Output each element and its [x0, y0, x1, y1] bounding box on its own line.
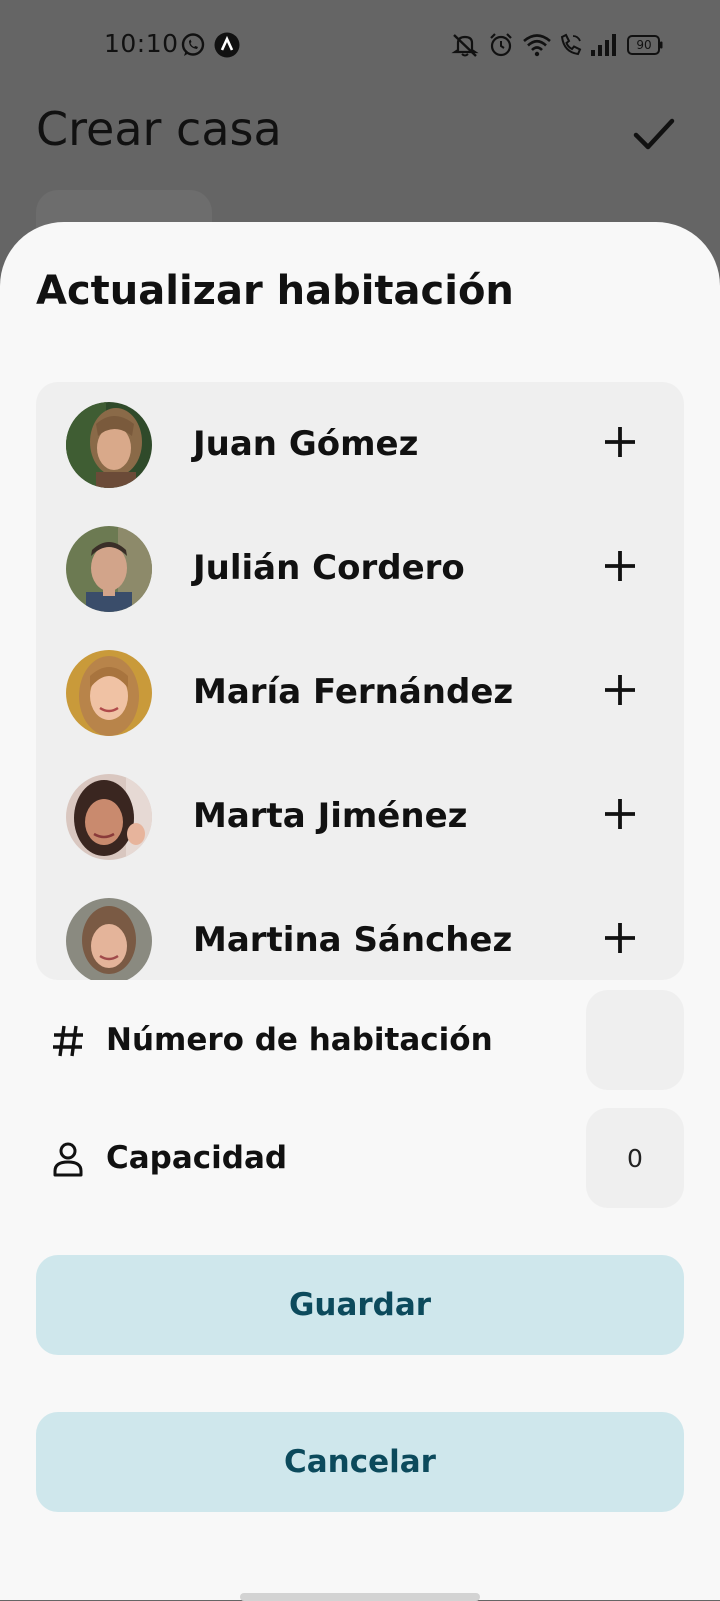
add-person-button[interactable]: [600, 794, 640, 834]
sheet-title: Actualizar habitación: [36, 268, 514, 314]
battery-icon: 90: [627, 34, 663, 60]
avatar: [66, 526, 152, 612]
wifi-icon: [522, 32, 552, 58]
person-name: Juan Gómez: [193, 424, 419, 464]
person-name: María Fernández: [193, 672, 514, 712]
avatar: [66, 898, 152, 980]
list-item: Julián Cordero: [36, 506, 684, 632]
plus-icon: [605, 799, 635, 829]
whatsapp-icon: [180, 32, 206, 58]
mute-icon: [450, 32, 480, 58]
add-person-button[interactable]: [600, 670, 640, 710]
add-person-button[interactable]: [600, 422, 640, 462]
people-list[interactable]: Juan Gómez Julián Cordero María Fernánde…: [36, 382, 684, 980]
check-icon: [630, 110, 678, 158]
room-number-input[interactable]: [586, 990, 684, 1090]
background-page-title: Crear casa: [36, 102, 282, 156]
list-item: Juan Gómez: [36, 382, 684, 508]
signal-icon: [589, 32, 617, 58]
person-name: Marta Jiménez: [193, 796, 468, 836]
plus-icon: [605, 675, 635, 705]
plus-icon: [605, 551, 635, 581]
person-name: Julián Cordero: [193, 548, 465, 588]
app-a-icon: [214, 32, 240, 58]
status-bar: 10:10 90: [0, 0, 720, 90]
capacity-row: Capacidad: [36, 1108, 684, 1208]
avatar: [66, 774, 152, 860]
room-number-row: Número de habitación: [36, 990, 684, 1090]
hash-icon: [50, 1023, 86, 1059]
plus-icon: [605, 923, 635, 953]
person-icon: [50, 1141, 86, 1177]
person-name: Martina Sánchez: [193, 920, 513, 960]
wifi-call-icon: [558, 32, 584, 58]
battery-level: 90: [636, 38, 652, 52]
add-person-button[interactable]: [600, 918, 640, 958]
room-number-label: Número de habitación: [106, 1022, 493, 1058]
avatar: [66, 402, 152, 488]
capacity-input[interactable]: [586, 1108, 684, 1208]
capacity-label: Capacidad: [106, 1140, 288, 1176]
save-button[interactable]: Guardar: [36, 1255, 684, 1355]
list-item: Marta Jiménez: [36, 754, 684, 880]
plus-icon: [605, 427, 635, 457]
update-room-sheet: Actualizar habitación Juan Gómez Julián …: [0, 222, 720, 1601]
status-time: 10:10: [104, 29, 179, 58]
avatar: [66, 650, 152, 736]
list-item: Martina Sánchez: [36, 878, 684, 980]
add-person-button[interactable]: [600, 546, 640, 586]
cancel-button[interactable]: Cancelar: [36, 1412, 684, 1512]
list-item: María Fernández: [36, 630, 684, 756]
alarm-icon: [488, 32, 514, 58]
